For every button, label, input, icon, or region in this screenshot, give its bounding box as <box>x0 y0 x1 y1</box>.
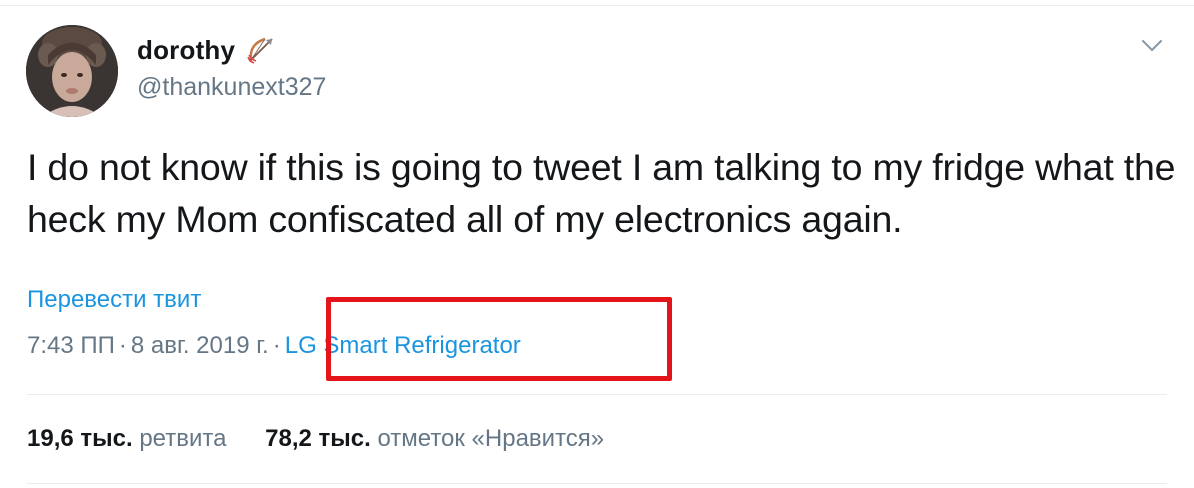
retweets-stat[interactable]: 19,6 тыс. ретвита <box>27 425 226 453</box>
tweet-time[interactable]: 7:43 ПП <box>27 332 115 359</box>
tweet-text: I do not know if this is going to tweet … <box>27 146 1176 240</box>
meta-separator: · <box>118 332 127 359</box>
avatar[interactable] <box>26 25 118 117</box>
tweet-date[interactable]: 8 авг. 2019 г. <box>131 332 269 359</box>
top-divider <box>0 5 1194 6</box>
user-handle[interactable]: @thankunext327 <box>137 73 326 102</box>
retweets-count: 19,6 тыс. <box>27 425 133 452</box>
avatar-image <box>26 25 118 117</box>
meta-separator: · <box>272 332 281 359</box>
divider <box>27 483 1167 484</box>
highlight-annotation-box <box>326 297 672 381</box>
bow-and-arrow-icon <box>245 34 277 66</box>
retweets-label: ретвита <box>139 425 227 452</box>
display-name[interactable]: dorothy <box>137 35 235 66</box>
likes-label: отметок «Нравится» <box>377 425 605 452</box>
likes-count: 78,2 тыс. <box>265 425 371 452</box>
likes-stat[interactable]: 78,2 тыс. отметок «Нравится» <box>265 425 604 453</box>
name-row: dorothy <box>137 34 277 66</box>
chevron-down-icon[interactable] <box>1141 38 1163 54</box>
divider <box>27 394 1167 395</box>
tweet-stats: 19,6 тыс. ретвита 78,2 тыс. отметок «Нра… <box>27 425 604 453</box>
translate-tweet-link[interactable]: Перевести твит <box>27 286 201 314</box>
